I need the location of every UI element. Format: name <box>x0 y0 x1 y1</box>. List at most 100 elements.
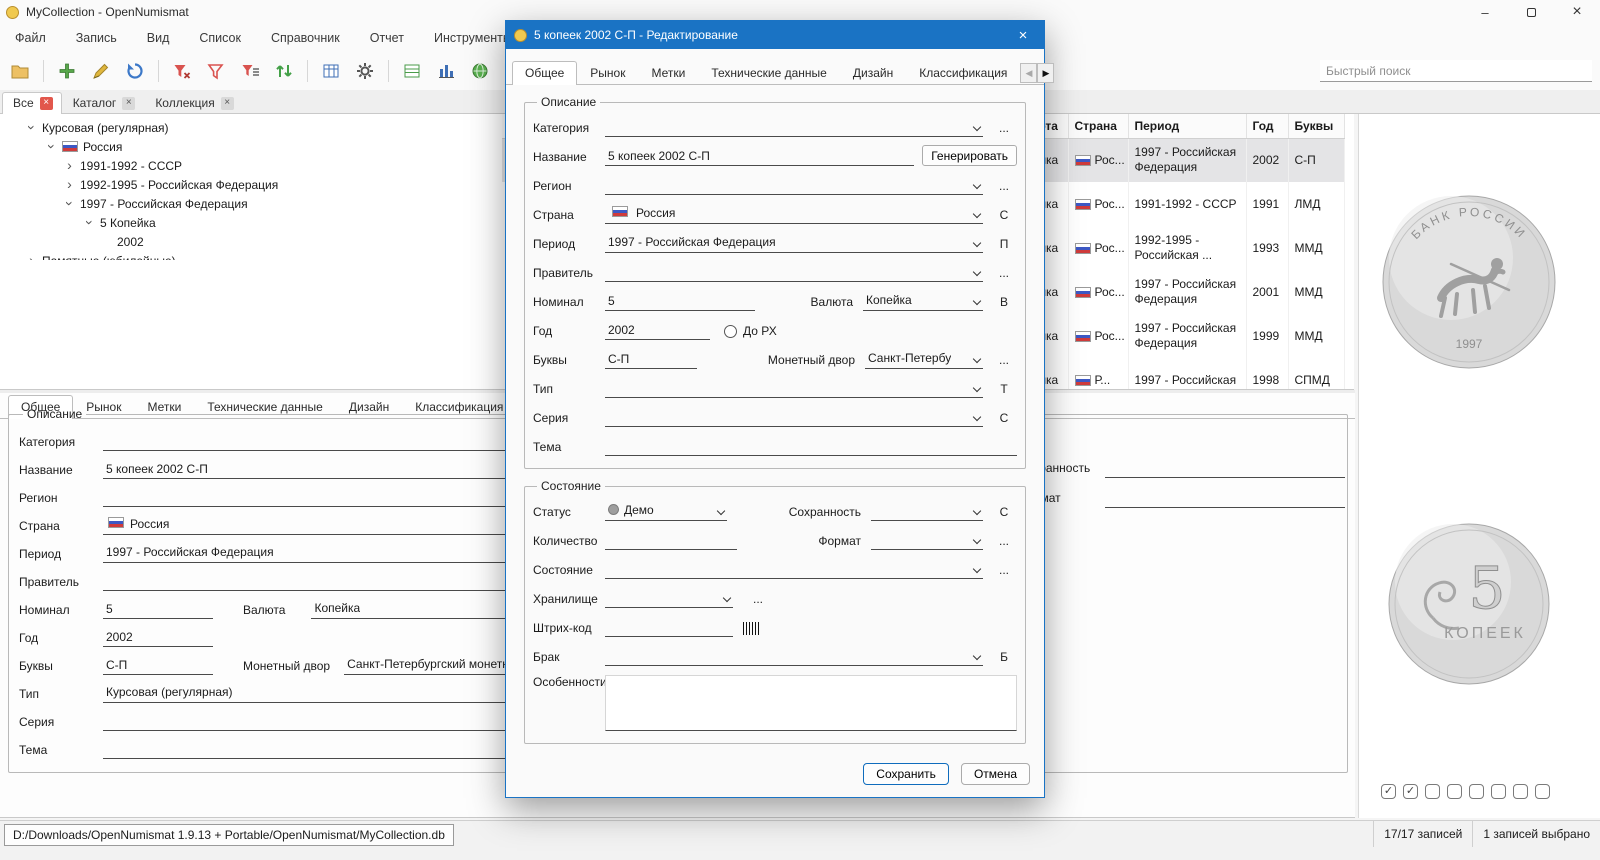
features-textarea[interactable] <box>605 675 1017 731</box>
tab-close-icon[interactable]: × <box>40 97 53 110</box>
menu-report[interactable]: Отчет <box>355 26 419 50</box>
year-input[interactable] <box>103 627 213 647</box>
expander-icon[interactable]: › <box>64 198 75 209</box>
menu-list[interactable]: Список <box>184 26 256 50</box>
currency-combo[interactable]: Копейка <box>863 291 983 311</box>
column-header-country[interactable]: Страна <box>1068 114 1128 138</box>
view-tab-all[interactable]: Все × <box>2 92 62 114</box>
tree-item-year[interactable]: 2002 <box>0 232 502 251</box>
view-tab-catalog[interactable]: Каталог × <box>62 92 145 114</box>
statistics-chart-icon[interactable] <box>432 57 460 85</box>
expander-icon[interactable]: › <box>64 179 75 190</box>
region-combo[interactable] <box>605 175 983 195</box>
period-combo[interactable]: 1997 - Российская Федерация <box>605 233 983 253</box>
barcode-input[interactable] <box>605 617 733 637</box>
menu-reference[interactable]: Справочник <box>256 26 355 50</box>
ruler-combo[interactable] <box>605 262 983 282</box>
format-field[interactable] <box>1105 507 1345 508</box>
currency-ref-button[interactable]: В <box>991 292 1017 311</box>
format-ref-button[interactable]: ... <box>991 531 1017 550</box>
menu-view[interactable]: Вид <box>132 26 185 50</box>
open-collection-icon[interactable] <box>6 57 34 85</box>
generate-title-button[interactable]: Генерировать <box>922 145 1017 166</box>
image-checkbox[interactable] <box>1535 784 1550 799</box>
dialog-tab-labels[interactable]: Метки <box>638 61 698 85</box>
bc-checkbox[interactable] <box>724 325 737 338</box>
save-button[interactable]: Сохранить <box>863 763 949 785</box>
type-combo[interactable] <box>605 378 983 398</box>
expander-icon[interactable]: › <box>26 255 37 260</box>
type-ref-button[interactable]: Т <box>991 379 1017 398</box>
menu-record[interactable]: Запись <box>61 26 132 50</box>
tabs-scroll-left-button[interactable]: ◀ <box>1020 63 1037 83</box>
clear-filter-icon[interactable] <box>168 57 196 85</box>
add-coin-icon[interactable] <box>53 57 81 85</box>
table-view-icon[interactable] <box>317 57 345 85</box>
tree-item-period[interactable]: › 1991-1992 - СССР <box>0 156 502 175</box>
column-header-year[interactable]: Год <box>1246 114 1288 138</box>
defect-combo[interactable] <box>605 646 983 666</box>
region-ref-button[interactable]: ... <box>991 176 1017 195</box>
ruler-ref-button[interactable]: ... <box>991 263 1017 282</box>
letters-input[interactable] <box>605 349 697 369</box>
dialog-tab-technical[interactable]: Технические данные <box>698 61 840 85</box>
image-checkbox[interactable]: ✓ <box>1403 784 1418 799</box>
tab-close-icon[interactable]: × <box>221 97 234 110</box>
grade-ref-button[interactable]: С <box>991 502 1017 521</box>
dialog-tab-market[interactable]: Рынок <box>577 61 638 85</box>
column-header-letters[interactable]: Буквы <box>1288 114 1344 138</box>
letters-input[interactable] <box>103 655 213 675</box>
minimize-button[interactable]: – <box>1462 0 1508 24</box>
year-input[interactable] <box>605 320 710 340</box>
image-checkbox[interactable] <box>1447 784 1462 799</box>
format-combo[interactable] <box>871 530 983 550</box>
dialog-tab-classification[interactable]: Классификация <box>906 61 1020 85</box>
coin-obverse-image[interactable]: БАНК РОССИИ 1997 <box>1381 194 1557 373</box>
tree-item-period[interactable]: › 1997 - Российская Федерация <box>0 194 502 213</box>
close-button[interactable]: × <box>1554 0 1600 24</box>
dialog-close-button[interactable]: × <box>1002 21 1044 49</box>
expander-icon[interactable]: › <box>46 141 57 152</box>
tree-item-type[interactable]: › Курсовая (регулярная) <box>0 118 502 137</box>
maximize-button[interactable] <box>1508 0 1554 24</box>
filter-edit-icon[interactable] <box>236 57 264 85</box>
tab-close-icon[interactable]: × <box>122 97 135 110</box>
clone-coin-icon[interactable] <box>121 57 149 85</box>
mint-combo[interactable]: Санкт-Петербу <box>865 349 983 369</box>
period-ref-button[interactable]: П <box>991 234 1017 253</box>
grade-field[interactable] <box>1105 477 1345 478</box>
sort-icon[interactable] <box>270 57 298 85</box>
image-checkbox[interactable]: ✓ <box>1381 784 1396 799</box>
dialog-tab-design[interactable]: Дизайн <box>840 61 906 85</box>
barcode-icon[interactable] <box>743 622 759 635</box>
theme-input[interactable] <box>605 436 1017 456</box>
list-view-icon[interactable] <box>398 57 426 85</box>
settings-icon[interactable] <box>351 57 379 85</box>
image-checkbox[interactable] <box>1469 784 1484 799</box>
filter-icon[interactable] <box>202 57 230 85</box>
expander-icon[interactable]: › <box>84 217 95 228</box>
defect-ref-button[interactable]: Б <box>991 647 1017 666</box>
grade-combo[interactable] <box>871 501 983 521</box>
menu-file[interactable]: Файл <box>0 26 61 50</box>
category-ref-button[interactable]: ... <box>991 118 1017 137</box>
title-input[interactable] <box>605 146 914 166</box>
tree-item-denomination[interactable]: › 5 Копейка <box>0 213 502 232</box>
cancel-button[interactable]: Отмена <box>961 763 1030 785</box>
coin-reverse-image[interactable]: 5 КОПЕЕК <box>1387 522 1551 689</box>
country-ref-button[interactable]: С <box>991 205 1017 224</box>
image-checkbox[interactable] <box>1491 784 1506 799</box>
edit-coin-icon[interactable] <box>87 57 115 85</box>
denomination-input[interactable] <box>605 291 755 311</box>
storage-combo[interactable] <box>605 588 733 608</box>
series-ref-button[interactable]: С <box>991 408 1017 427</box>
quick-search-input[interactable] <box>1320 60 1592 82</box>
image-checkbox[interactable] <box>1513 784 1528 799</box>
status-combo[interactable]: Демо <box>605 501 727 521</box>
expander-icon[interactable]: › <box>26 122 37 133</box>
expander-icon[interactable]: › <box>64 160 75 171</box>
tree-item-country[interactable]: › Россия <box>0 137 502 156</box>
series-combo[interactable] <box>605 407 983 427</box>
condition-combo[interactable] <box>605 559 983 579</box>
dialog-titlebar[interactable]: 5 копеек 2002 С-П - Редактирование × <box>506 21 1044 49</box>
